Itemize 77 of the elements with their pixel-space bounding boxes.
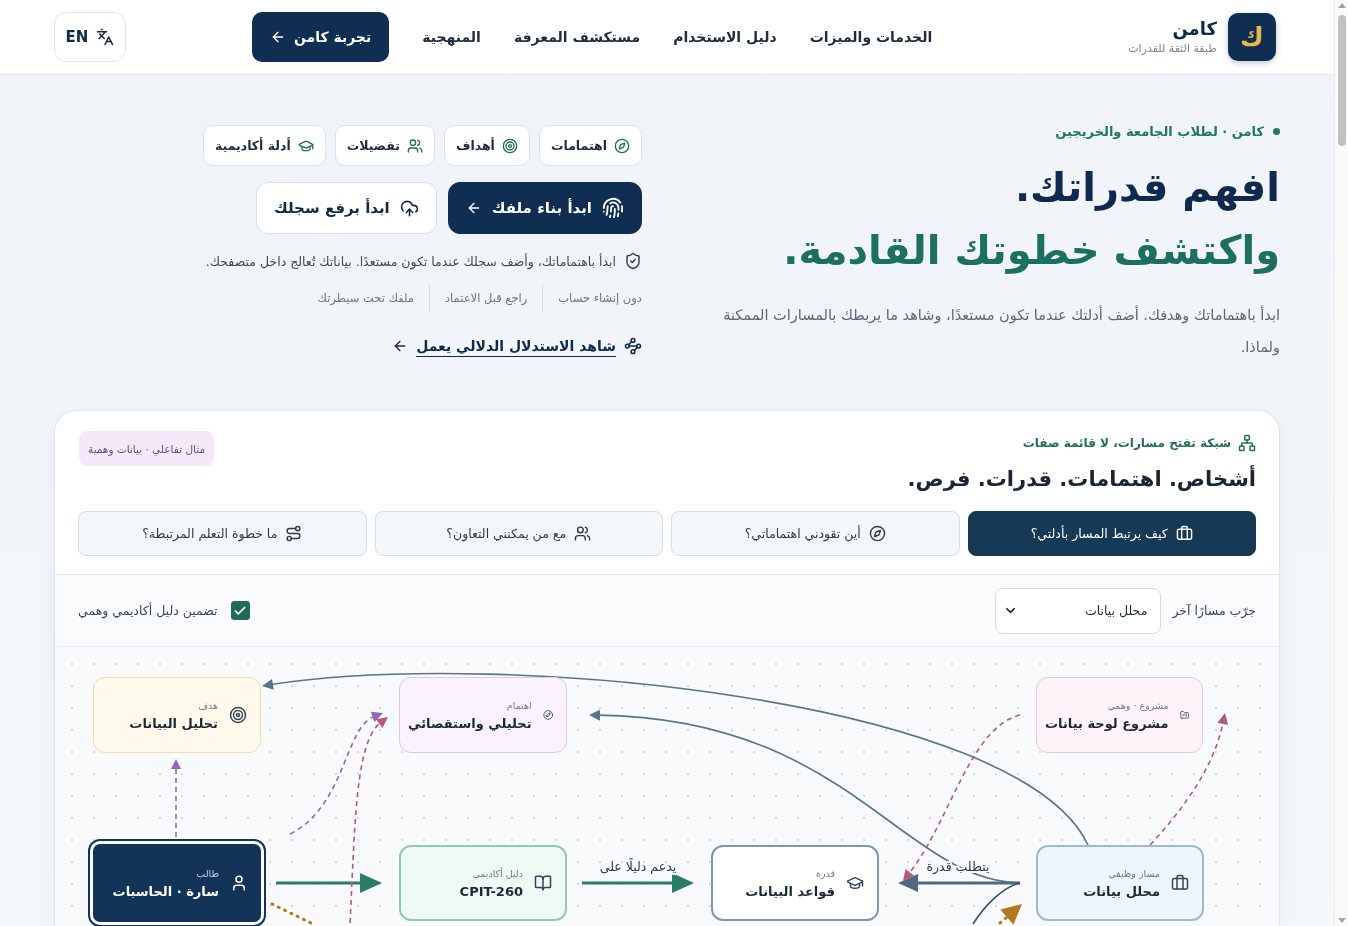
question-tab[interactable]: ما خطوة التعلم المرتبطة؟ [78,511,367,556]
connector-arrow [998,904,1022,925]
target-icon [229,706,247,724]
demo-link[interactable]: شاهد الاستدلال الدلالي يعمل [392,337,642,355]
node-title: محلل بيانات [1083,883,1160,899]
shield-check-icon [624,252,642,270]
logo-mark[interactable]: ك [1228,13,1276,61]
node-title: تحليل البيانات [129,715,218,731]
target-icon [501,137,518,154]
privacy-note: ابدأ باهتماماتك، وأضف سجلك عندما تكون مستعدًا. بياناتك تُعالج داخل متصفحك. [205,253,616,269]
language-button[interactable]: EN [54,12,126,62]
route-icon [285,525,303,542]
node-type-label: اهتمام [505,699,532,711]
bullet-dot-icon [1273,127,1280,135]
card-title: أشخاص. اهتمامات. قدرات. فرص. [907,464,1256,493]
edge-label: يتطلب قدرة [926,859,990,874]
nav-link[interactable]: المنهجية [422,29,481,45]
question-tab[interactable]: أين تقودني اهتماماتي؟ [671,511,960,556]
topic-chip: أهداف [443,125,530,166]
node-type-label: طالب [195,867,219,879]
translate-icon [96,28,115,46]
cloud-upload-icon [399,198,419,218]
scrollbar-track[interactable] [1334,0,1348,926]
nav-link[interactable]: الخدمات والميزات [809,29,933,45]
node-type-label: مسار وظيفي [1107,867,1160,879]
users-icon [574,525,592,542]
nav-link[interactable]: دليل الاستخدام [673,29,777,45]
hero-description: ابدأ باهتماماتك وهدفك. أضف أدلتك عندما تكون مستعدًا، وشاهد ما يربطك بالمسارات الممكنة ولماذا. [722,304,1280,358]
node-title: قواعد البيانات [745,883,835,899]
upload-record-button[interactable]: ابدأ برفع سجلك [256,182,437,234]
build-profile-button[interactable]: ابدأ بناء ملفك [447,182,642,234]
path-select[interactable]: محلل بيانات [995,587,1162,634]
users-icon [406,137,423,154]
hero-title: افهم قدراتك. [1013,163,1280,213]
topic-chip: أدلة أكاديمية [202,125,326,166]
connector-line [270,902,313,925]
hero-subtitle: واكتشف خطوتك القادمة. [782,226,1280,276]
edge-label: يدعم دليلًا على [599,859,677,874]
node-type-label: هدف [197,699,218,711]
compass-icon [868,525,886,542]
try-button[interactable]: تجربة كامن [251,12,390,62]
nav-link[interactable]: مستكشف المعرفة [513,29,641,45]
feature-text: راجع قبل الاعتماد [428,284,543,312]
question-tab[interactable]: كيف يرتبط المسار بأدلتي؟ [967,511,1256,556]
scroll-down-icon[interactable] [1337,918,1346,923]
node-title: تحليلي واستقصائي [408,715,532,731]
card-eyebrow: شبكة تفتح مسارات، لا قائمة صفات [1022,436,1231,450]
user-icon [230,874,248,892]
question-tab[interactable]: مع من يمكنني التعاون؟ [374,511,663,556]
fingerprint-icon [602,197,624,219]
node-title: CPIT-260 [459,883,523,899]
compass-icon [614,137,630,154]
node-title: مشروع لوحة بيانات [1045,715,1169,731]
node-type-label: دليل أكاديمي [471,867,523,879]
node-type-label: مشروع · وهمي [1106,699,1169,711]
node-title: سارة · الحاسبات [112,883,219,899]
checkbox[interactable] [230,601,250,620]
graduation-cap-icon [846,874,864,892]
demo-badge: مثال تفاعلي · بيانات وهمية [79,431,214,466]
network-icon [1238,434,1256,452]
hero-eyebrow: كامن · لطلاب الجامعة والخريجين [1055,123,1264,139]
briefcase-icon [1171,874,1189,892]
brand-name: كامن [1171,19,1217,39]
brand-tagline: طبقة الثقة للقدرات [1128,41,1217,55]
feature-text: ملفك تحت سيطرتك [316,290,415,307]
node-type-label: قدرة [814,867,835,879]
scroll-up-icon[interactable] [1337,3,1346,8]
topic-chip: اهتمامات [538,125,642,166]
connector-line [972,882,1021,925]
feature-text: دون إنشاء حساب [542,284,642,312]
briefcase-icon [1175,525,1193,542]
book-icon [534,874,552,892]
scrollbar-thumb[interactable] [1337,15,1346,146]
path-label: جرّب مسارًا آخر [1172,603,1256,618]
checkbox-label: تضمين دليل أكاديمي وهمي [78,603,218,618]
nodes-icon [624,337,642,355]
topic-chip: تفضيلات [334,125,435,166]
